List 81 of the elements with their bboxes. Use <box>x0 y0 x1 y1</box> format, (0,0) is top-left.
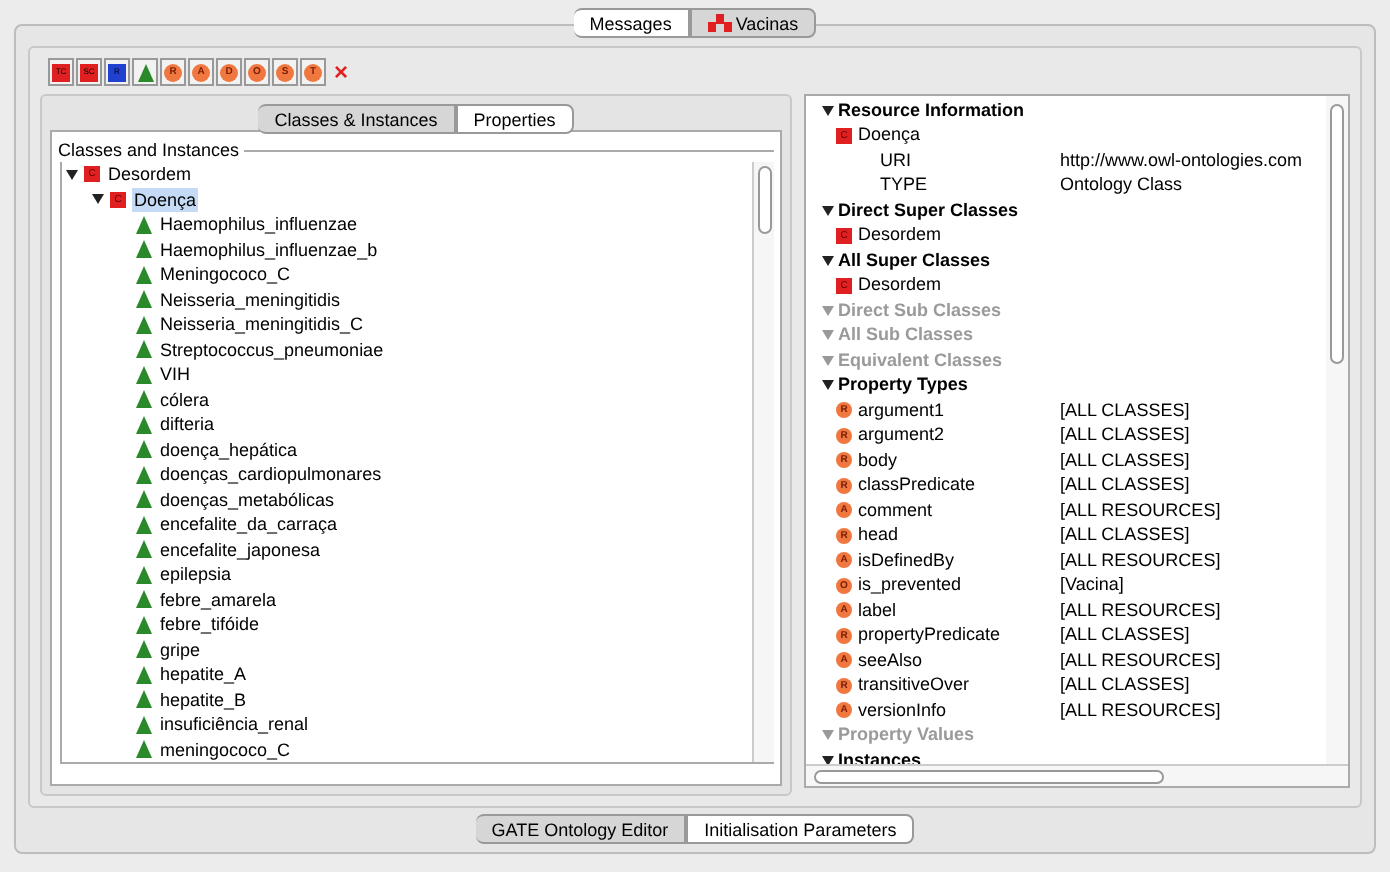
property-name: Doença <box>858 122 921 148</box>
tree-item[interactable]: difteria <box>158 412 217 437</box>
property-value: [Vacina] <box>1060 572 1124 598</box>
property-name: head <box>858 522 899 548</box>
tree-item[interactable]: encefalite_japonesa <box>158 537 323 562</box>
vertical-scrollbar[interactable] <box>1326 96 1348 764</box>
property-name: Desordem <box>858 272 942 298</box>
tab[interactable]: Initialisation Parameters <box>686 814 915 844</box>
property-value: Ontology Class <box>1060 172 1183 198</box>
disclosure-icon[interactable] <box>822 205 834 216</box>
property-name: argument1 <box>858 397 945 424</box>
property-name: comment <box>858 497 933 523</box>
property-name: classPredicate <box>858 472 976 498</box>
tree-item[interactable]: Desordem <box>106 162 194 187</box>
tree-item[interactable]: Neisseria_meningitidis_C <box>158 312 366 337</box>
tree-item[interactable]: encefalite_da_carraça <box>158 512 340 537</box>
horizontal-scrollbar[interactable] <box>806 764 1348 786</box>
tree-item[interactable]: VIH <box>158 362 193 387</box>
tab[interactable]: GATE Ontology Editor <box>475 814 687 844</box>
tab[interactable]: Properties <box>455 104 574 134</box>
property-value: [ALL RESOURCES] <box>1060 547 1221 574</box>
property-value: [ALL CLASSES] <box>1060 622 1190 648</box>
property-name: transitiveOver <box>858 672 970 698</box>
tree-item[interactable]: doença_hepática <box>158 437 300 462</box>
tree-item[interactable]: gripe <box>158 637 203 662</box>
tree-item[interactable]: Meningococo_C <box>158 262 293 287</box>
property-name: TYPE <box>880 172 928 198</box>
section-header[interactable]: Direct Super Classes <box>838 197 1019 224</box>
close-icon: × <box>333 60 348 84</box>
tree-item[interactable]: febre_tifóide <box>158 612 262 637</box>
property-name: Desordem <box>858 222 942 248</box>
tree-item[interactable]: hepatite_B <box>158 687 249 712</box>
tab[interactable]: Classes & Instances <box>258 104 456 134</box>
property-value: [ALL CLASSES] <box>1060 672 1190 698</box>
tree-item[interactable]: Doença <box>132 187 199 212</box>
property-value: [ALL RESOURCES] <box>1060 497 1221 524</box>
disclosure-icon[interactable] <box>822 380 834 391</box>
property-value: [ALL CLASSES] <box>1060 447 1190 474</box>
scroll-thumb[interactable] <box>814 769 1164 783</box>
tree-item[interactable]: cólera <box>158 387 212 412</box>
disclosure-icon[interactable] <box>822 255 834 266</box>
property-value: [ALL CLASSES] <box>1060 472 1190 498</box>
tree-item[interactable]: Haemophilus_influenzae <box>158 212 360 237</box>
tab[interactable]: Vacinas <box>689 8 817 38</box>
property-name: propertyPredicate <box>858 622 1001 648</box>
group-title: Classes and Instances <box>58 138 240 162</box>
property-value: [ALL RESOURCES] <box>1060 597 1221 624</box>
property-value: [ALL RESOURCES] <box>1060 647 1221 674</box>
tab[interactable]: Messages <box>573 8 690 38</box>
property-name: isDefinedBy <box>858 547 955 574</box>
vertical-scrollbar[interactable] <box>752 162 774 762</box>
property-name: body <box>858 447 898 474</box>
section-header[interactable]: Resource Information <box>838 97 1025 124</box>
property-name: versionInfo <box>858 697 947 723</box>
tree-item[interactable]: meningococo_C <box>158 737 293 762</box>
property-name: is_prevented <box>858 572 962 598</box>
scroll-thumb[interactable] <box>757 166 771 234</box>
property-name: URI <box>880 147 911 173</box>
blocks-icon <box>707 13 732 33</box>
section-header[interactable]: All Super Classes <box>838 247 991 274</box>
property-name: label <box>858 597 897 623</box>
property-value: [ALL RESOURCES] <box>1060 697 1221 724</box>
tree-item[interactable]: hepatite_A <box>158 662 249 687</box>
property-name: argument2 <box>858 422 945 448</box>
disclosure-icon[interactable] <box>822 105 834 116</box>
toolbar-button[interactable]: × <box>328 58 354 86</box>
property-value: [ALL CLASSES] <box>1060 397 1190 424</box>
tree-item[interactable]: Streptococcus_pneumoniae <box>158 337 386 362</box>
tree-item[interactable]: epilepsia <box>158 562 234 587</box>
property-value: [ALL CLASSES] <box>1060 422 1190 448</box>
tree-item[interactable]: doenças_cardiopulmonares <box>158 462 384 487</box>
property-name: seeAlso <box>858 647 923 673</box>
tree-item[interactable]: insuficiência_renal <box>158 712 311 737</box>
tree-item[interactable]: febre_amarela <box>158 587 279 612</box>
tree-item[interactable]: Haemophilus_influenzae_b <box>158 237 380 262</box>
scroll-thumb[interactable] <box>1330 104 1344 364</box>
tree-item[interactable]: Neisseria_meningitidis <box>158 287 343 312</box>
tree-item[interactable]: doenças_metabólicas <box>158 487 337 512</box>
section-header[interactable]: Property Types <box>838 372 968 399</box>
property-value: [ALL CLASSES] <box>1060 522 1190 548</box>
property-value: http://www.owl-ontologies.com <box>1060 147 1303 174</box>
